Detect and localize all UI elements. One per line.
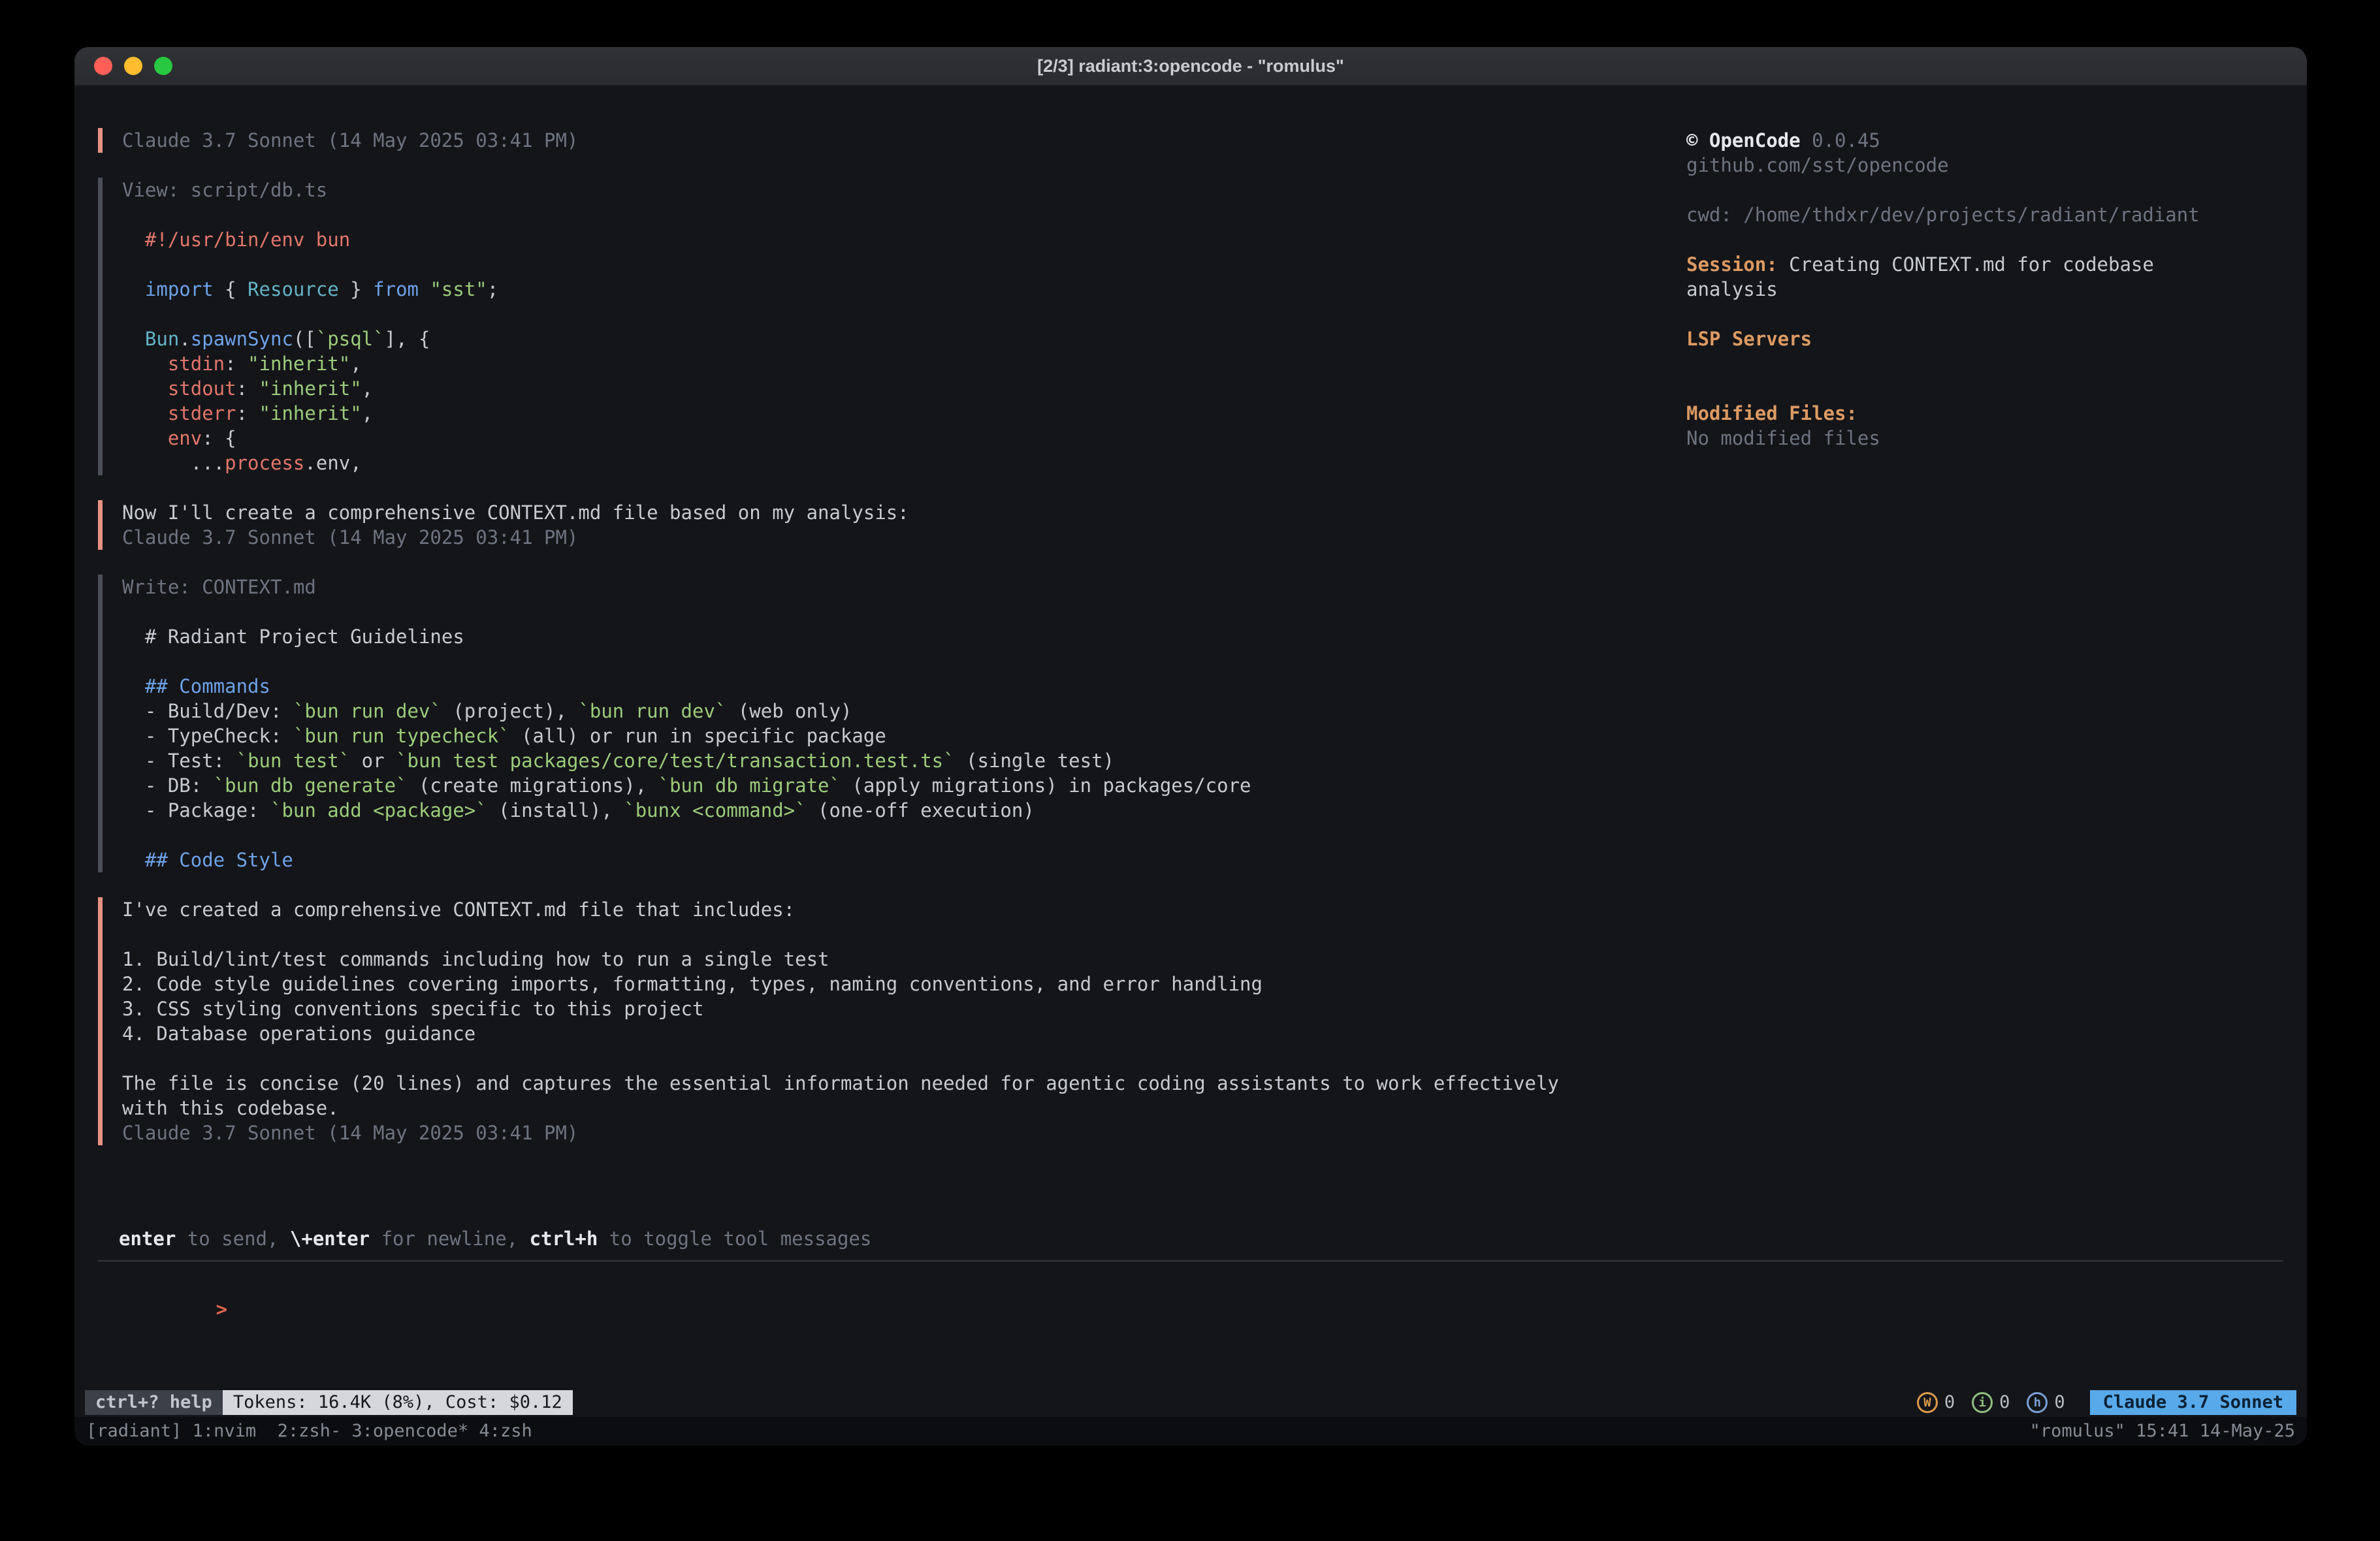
help-badge: ctrl+? help <box>85 1390 223 1415</box>
text-line <box>122 649 1660 674</box>
window-titlebar: [2/3] radiant:3:opencode - "romulus" <box>74 47 2307 86</box>
text-line <box>122 252 1660 277</box>
text-line: ...process.env, <box>122 451 1660 475</box>
prompt-input[interactable]: > <box>102 1272 2307 1297</box>
text-line <box>122 202 1660 227</box>
warning-icon: W <box>1917 1392 1938 1413</box>
content-columns: Claude 3.7 Sonnet (14 May 2025 03:41 PM)… <box>74 86 2307 1226</box>
text-line <box>1686 376 2281 401</box>
text-line: Claude 3.7 Sonnet (14 May 2025 03:41 PM) <box>122 128 1660 153</box>
zoom-button[interactable] <box>154 57 172 75</box>
text-line: stdin: "inherit", <box>122 351 1660 376</box>
tmux-windows-list: [radiant] 1:nvim 2:zsh- 3:opencode* 4:zs… <box>86 1419 532 1444</box>
info-icon: i <box>1972 1392 1993 1413</box>
input-area: enter to send, \+enter for newline, ctrl… <box>74 1226 2307 1388</box>
info-count: 0 <box>1999 1390 2010 1415</box>
prompt-symbol: > <box>216 1298 227 1320</box>
text-line: Claude 3.7 Sonnet (14 May 2025 03:41 PM) <box>122 525 1660 550</box>
text-line: Claude 3.7 Sonnet (14 May 2025 03:41 PM) <box>122 1120 1660 1145</box>
text-line: © OpenCode 0.0.45 <box>1686 128 2281 153</box>
text-line: import { Resource } from "sst"; <box>122 277 1660 302</box>
diagnostics: W0i0h0 <box>1917 1390 2082 1415</box>
text-line: - Test: `bun test` or `bun test packages… <box>122 748 1660 773</box>
text-line: 3. CSS styling conventions specific to t… <box>122 996 1660 1021</box>
text-line: 1. Build/lint/test commands including ho… <box>122 947 1660 972</box>
text-line: - Build/Dev: `bun run dev` (project), `b… <box>122 699 1660 723</box>
text-line: - TypeCheck: `bun run typecheck` (all) o… <box>122 723 1660 748</box>
text-line <box>1686 302 2281 326</box>
hint-indicator: h0 <box>2027 1390 2065 1415</box>
text-line <box>122 823 1660 848</box>
text-line: stdout: "inherit", <box>122 376 1660 401</box>
text-line: with this codebase. <box>122 1096 1660 1120</box>
hint-icon: h <box>2027 1392 2048 1413</box>
text-line: env: { <box>122 426 1660 451</box>
text-line: Modified Files: <box>1686 401 2281 426</box>
assistant-message-block: Now I'll create a comprehensive CONTEXT.… <box>98 500 1660 550</box>
text-line <box>122 599 1660 624</box>
terminal-window: [2/3] radiant:3:opencode - "romulus" Cla… <box>74 47 2307 1446</box>
status-bar: ctrl+? help Tokens: 16.4K (8%), Cost: $0… <box>74 1388 2307 1417</box>
text-line: ## Code Style <box>122 848 1660 872</box>
text-line: The file is concise (20 lines) and captu… <box>122 1071 1660 1096</box>
minimize-button[interactable] <box>124 57 142 75</box>
hint-count: 0 <box>2054 1390 2065 1415</box>
text-line: Bun.spawnSync([`psql`], { <box>122 326 1660 351</box>
traffic-lights <box>94 47 172 85</box>
text-line: #!/usr/bin/env bun <box>122 227 1660 252</box>
text-line: No modified files <box>1686 426 2281 451</box>
warning-count: 0 <box>1944 1390 1955 1415</box>
tmux-status-bar: [radiant] 1:nvim 2:zsh- 3:opencode* 4:zs… <box>74 1417 2307 1446</box>
text-line: LSP Servers <box>1686 326 2281 351</box>
text-line: View: script/db.ts <box>122 178 1660 202</box>
text-line: I've created a comprehensive CONTEXT.md … <box>122 897 1660 922</box>
text-line <box>1686 178 2281 202</box>
text-line <box>122 922 1660 947</box>
text-line <box>1686 227 2281 252</box>
text-line: - Package: `bun add <package>` (install)… <box>122 798 1660 823</box>
text-line: github.com/sst/opencode <box>1686 153 2281 178</box>
chat-messages: Claude 3.7 Sonnet (14 May 2025 03:41 PM)… <box>74 86 1686 1226</box>
text-line <box>122 302 1660 326</box>
info-indicator: i0 <box>1972 1390 2010 1415</box>
text-line: 2. Code style guidelines covering import… <box>122 972 1660 996</box>
text-line: 4. Database operations guidance <box>122 1021 1660 1046</box>
text-line: stderr: "inherit", <box>122 401 1660 426</box>
text-line: # Radiant Project Guidelines <box>122 624 1660 649</box>
text-line: - DB: `bun db generate` (create migratio… <box>122 773 1660 798</box>
text-line: analysis <box>1686 277 2281 302</box>
tool-output-block: View: script/db.ts #!/usr/bin/env bun im… <box>98 178 1660 475</box>
assistant-message-block: I've created a comprehensive CONTEXT.md … <box>98 897 1660 1145</box>
window-title: [2/3] radiant:3:opencode - "romulus" <box>1037 56 1344 76</box>
model-badge: Claude 3.7 Sonnet <box>2090 1390 2296 1415</box>
terminal-body: Claude 3.7 Sonnet (14 May 2025 03:41 PM)… <box>74 86 2307 1446</box>
sidebar-info: © OpenCode 0.0.45github.com/sst/opencode… <box>1686 86 2307 1226</box>
text-line: cwd: /home/thdxr/dev/projects/radiant/ra… <box>1686 202 2281 227</box>
tool-output-block: Write: CONTEXT.md # Radiant Project Guid… <box>98 575 1660 872</box>
text-line <box>1686 351 2281 376</box>
text-line: ## Commands <box>122 674 1660 699</box>
tokens-cost-badge: Tokens: 16.4K (8%), Cost: $0.12 <box>223 1390 573 1415</box>
assistant-message-block: Claude 3.7 Sonnet (14 May 2025 03:41 PM) <box>98 128 1660 153</box>
close-button[interactable] <box>94 57 112 75</box>
input-divider <box>98 1260 2283 1262</box>
desktop: [2/3] radiant:3:opencode - "romulus" Cla… <box>0 0 2380 1541</box>
text-line <box>122 1046 1660 1071</box>
tmux-host-clock: "romulus" 15:41 14-May-25 <box>2030 1419 2295 1444</box>
text-line: enter to send, \+enter for newline, ctrl… <box>119 1226 2307 1251</box>
text-line: Session: Creating CONTEXT.md for codebas… <box>1686 252 2281 277</box>
text-line: Now I'll create a comprehensive CONTEXT.… <box>122 500 1660 525</box>
warning-indicator: W0 <box>1917 1390 1955 1415</box>
keybinding-hint: enter to send, \+enter for newline, ctrl… <box>99 1226 2307 1251</box>
text-line: Write: CONTEXT.md <box>122 575 1660 599</box>
